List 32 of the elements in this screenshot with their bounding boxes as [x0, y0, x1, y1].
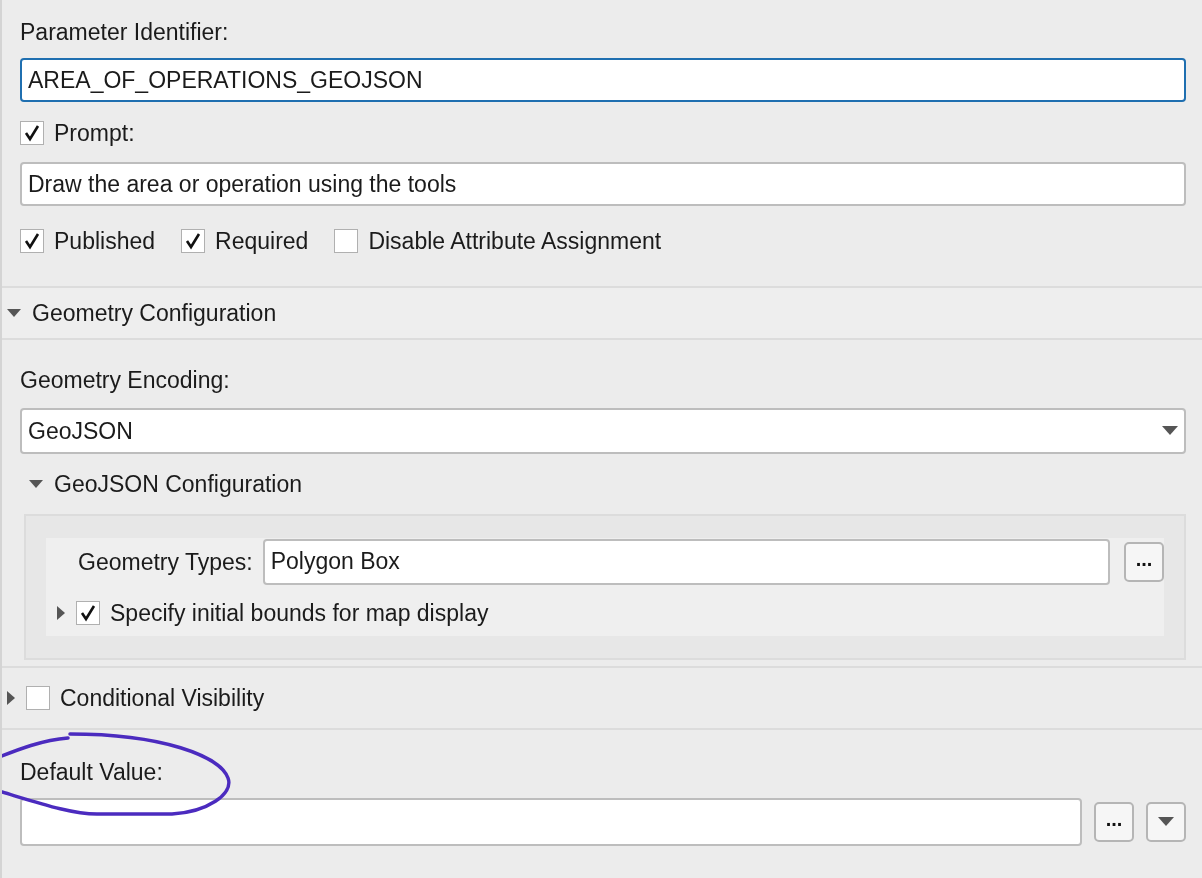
dropdown-button[interactable]: [1146, 802, 1186, 842]
caret-icon: [1162, 426, 1178, 436]
default-value-field[interactable]: [20, 798, 1082, 846]
disclosure-triangle-icon[interactable]: [56, 605, 66, 621]
disclosure-triangle-icon[interactable]: [28, 478, 44, 490]
checkbox[interactable]: [76, 601, 100, 625]
checkbox[interactable]: [20, 121, 44, 145]
section-header[interactable]: Conditional Visibility: [60, 684, 265, 712]
section-header[interactable]: GeoJSON Configuration: [54, 470, 302, 498]
checkbox-label: Published: [54, 227, 156, 255]
checkbox[interactable]: [26, 686, 50, 710]
field-label: Default Value:: [20, 758, 164, 786]
checkbox[interactable]: [334, 229, 359, 253]
checkbox-label: Disable Attribute Assignment: [368, 227, 662, 255]
checkbox-label: Specify initial bounds for map display: [110, 599, 489, 627]
caret-icon: [1158, 817, 1174, 827]
browse-button[interactable]: ...: [1094, 802, 1134, 842]
field-label: Geometry Encoding:: [20, 366, 231, 394]
checkbox-label: Prompt:: [54, 119, 135, 147]
checkbox-label: Required: [215, 227, 309, 255]
disclosure-triangle-icon[interactable]: [6, 307, 22, 319]
browse-button[interactable]: ...: [1124, 542, 1164, 582]
checkbox[interactable]: [20, 229, 44, 253]
checkbox[interactable]: [181, 229, 206, 253]
section-header[interactable]: Geometry Configuration: [32, 299, 277, 327]
identifier-field[interactable]: AREA_OF_OPERATIONS_GEOJSON: [20, 58, 1186, 102]
field-label: Parameter Identifier:: [20, 18, 230, 46]
prompt-field[interactable]: Draw the area or operation using the tools: [20, 162, 1186, 206]
disclosure-triangle-icon[interactable]: [6, 690, 16, 706]
encoding-dropdown[interactable]: GeoJSON: [20, 408, 1186, 454]
field-label: Geometry Types:: [78, 548, 253, 576]
geometry-types-field[interactable]: Polygon Box: [262, 539, 1110, 585]
